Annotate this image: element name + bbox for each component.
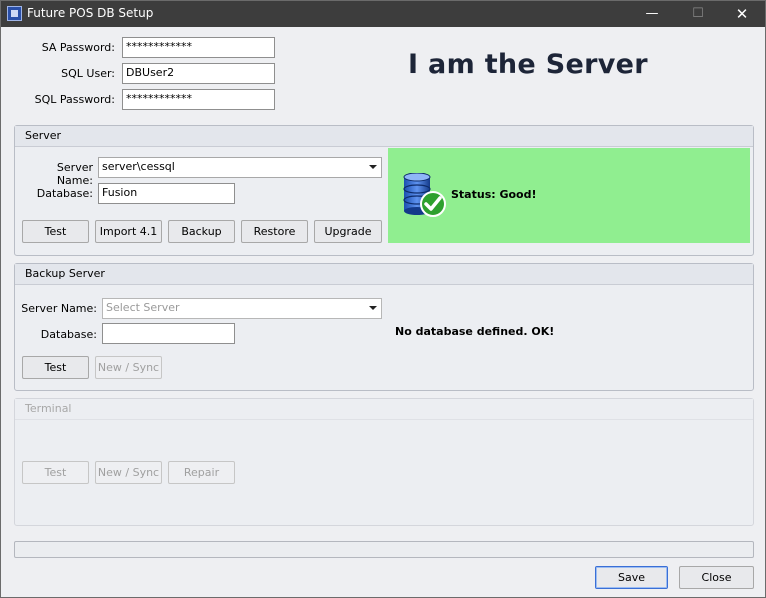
database-check-icon — [403, 173, 446, 217]
import-button[interactable]: Import 4.1 — [95, 220, 162, 243]
backup-test-button[interactable]: Test — [22, 356, 89, 379]
setup-window: Future POS DB Setup — ☐ ✕ SA Password: *… — [0, 0, 766, 598]
save-button[interactable]: Save — [595, 566, 668, 589]
terminal-test-button: Test — [22, 461, 89, 484]
server-status-panel: Status: Good! — [388, 148, 750, 243]
sql-password-field[interactable]: ************ — [122, 89, 275, 110]
chevron-down-icon[interactable] — [369, 165, 377, 169]
backup-database-field[interactable] — [102, 323, 235, 344]
backup-server-name-label: Server Name: — [21, 302, 97, 315]
close-window-button[interactable]: ✕ — [719, 1, 765, 27]
server-name-label: Server Name: — [56, 161, 93, 187]
chevron-down-icon[interactable] — [369, 306, 377, 310]
backup-server-name-combo[interactable]: Select Server — [102, 298, 382, 319]
close-button[interactable]: Close — [679, 566, 754, 589]
minimize-button[interactable]: — — [629, 1, 675, 27]
server-name-combo[interactable]: server\cessql — [98, 157, 382, 178]
server-status-text: Status: Good! — [451, 188, 537, 201]
backup-status-message: No database defined. OK! — [395, 325, 555, 338]
backup-server-group-header: Backup Server — [15, 264, 753, 285]
backup-button[interactable]: Backup — [168, 220, 235, 243]
backup-new-sync-button: New / Sync — [95, 356, 162, 379]
database-label: Database: — [36, 187, 93, 200]
window-title: Future POS DB Setup — [27, 6, 154, 20]
upgrade-button[interactable]: Upgrade — [314, 220, 382, 243]
terminal-repair-button: Repair — [168, 461, 235, 484]
progress-bar — [14, 541, 754, 558]
server-group-header: Server — [15, 126, 753, 147]
server-name-value: server\cessql — [102, 160, 175, 173]
maximize-button: ☐ — [692, 6, 704, 21]
sa-password-field[interactable]: ************ — [122, 37, 275, 58]
server-role-headline: I am the Server — [408, 49, 648, 80]
backup-server-placeholder: Select Server — [106, 301, 180, 314]
backup-database-label: Database: — [40, 328, 97, 341]
sql-user-field[interactable]: DBUser2 — [122, 63, 275, 84]
restore-button[interactable]: Restore — [241, 220, 308, 243]
title-bar[interactable]: Future POS DB Setup — ☐ ✕ — [1, 1, 765, 27]
sql-user-label: SQL User: — [61, 67, 115, 80]
terminal-group-header: Terminal — [15, 399, 753, 420]
sa-password-label: SA Password: — [41, 41, 115, 54]
app-icon — [7, 6, 22, 21]
terminal-new-sync-button: New / Sync — [95, 461, 162, 484]
sql-password-label: SQL Password: — [34, 93, 115, 106]
database-field[interactable]: Fusion — [98, 183, 235, 204]
server-test-button[interactable]: Test — [22, 220, 89, 243]
